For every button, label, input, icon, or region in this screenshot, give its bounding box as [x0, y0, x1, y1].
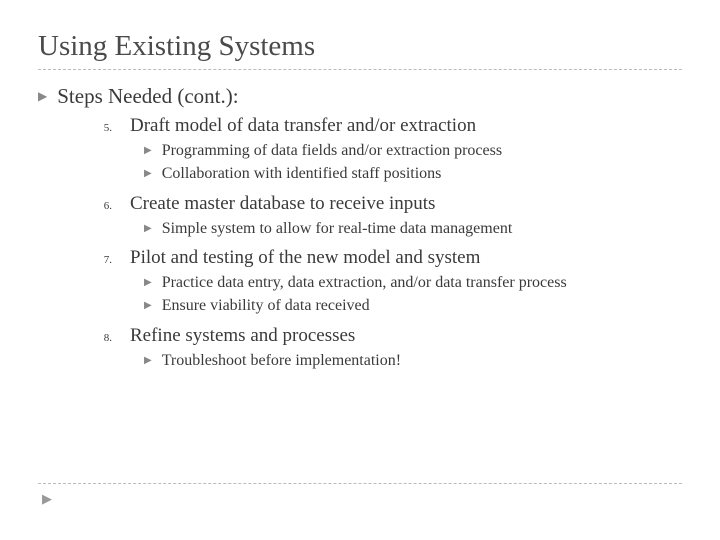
step-header: 8. Refine systems and processes — [84, 325, 682, 347]
triangle-bullet-icon: ▶ — [144, 223, 152, 234]
sub-list: ▶ Troubleshoot before implementation! — [144, 351, 682, 372]
sub-text: Collaboration with identified staff posi… — [162, 164, 442, 185]
sub-text: Practice data entry, data extraction, an… — [162, 273, 567, 294]
footer-divider — [38, 483, 682, 484]
triangle-bullet-icon: ▶ — [144, 355, 152, 366]
triangle-bullet-icon: ▶ — [42, 491, 52, 506]
sub-list: ▶ Practice data entry, data extraction, … — [144, 273, 682, 317]
sub-text: Troubleshoot before implementation! — [162, 351, 401, 372]
sub-item: ▶ Troubleshoot before implementation! — [144, 351, 682, 372]
step-item: 8. Refine systems and processes ▶ Troubl… — [84, 325, 682, 372]
slide-title: Using Existing Systems — [38, 30, 682, 63]
step-header: 5. Draft model of data transfer and/or e… — [84, 115, 682, 137]
step-title: Refine systems and processes — [130, 325, 355, 347]
step-item: 5. Draft model of data transfer and/or e… — [84, 115, 682, 185]
sub-text: Simple system to allow for real-time dat… — [162, 219, 513, 240]
step-number: 7. — [84, 254, 112, 266]
sub-text: Programming of data fields and/or extrac… — [162, 141, 502, 162]
sub-text: Ensure viability of data received — [162, 296, 370, 317]
triangle-bullet-icon: ▶ — [144, 168, 152, 179]
step-number: 8. — [84, 332, 112, 344]
sub-item: ▶ Collaboration with identified staff po… — [144, 164, 682, 185]
step-item: 7. Pilot and testing of the new model an… — [84, 247, 682, 317]
sub-item: ▶ Practice data entry, data extraction, … — [144, 273, 682, 294]
steps-list: 5. Draft model of data transfer and/or e… — [84, 115, 682, 372]
step-header: 7. Pilot and testing of the new model an… — [84, 247, 682, 269]
step-number: 6. — [84, 200, 112, 212]
triangle-bullet-icon: ▶ — [144, 277, 152, 288]
sub-item: ▶ Programming of data fields and/or extr… — [144, 141, 682, 162]
sub-item: ▶ Simple system to allow for real-time d… — [144, 219, 682, 240]
step-title: Create master database to receive inputs — [130, 193, 435, 215]
sub-list: ▶ Simple system to allow for real-time d… — [144, 219, 682, 240]
sub-list: ▶ Programming of data fields and/or extr… — [144, 141, 682, 185]
section-header: ▶ Steps Needed (cont.): — [38, 84, 682, 109]
title-divider — [38, 69, 682, 70]
step-item: 6. Create master database to receive inp… — [84, 193, 682, 240]
section-title: Steps Needed (cont.): — [57, 84, 238, 109]
triangle-bullet-icon: ▶ — [144, 300, 152, 311]
step-title: Draft model of data transfer and/or extr… — [130, 115, 476, 137]
step-title: Pilot and testing of the new model and s… — [130, 247, 480, 269]
triangle-bullet-icon: ▶ — [144, 145, 152, 156]
sub-item: ▶ Ensure viability of data received — [144, 296, 682, 317]
step-number: 5. — [84, 122, 112, 134]
slide-footer: ▶ — [38, 483, 682, 508]
triangle-bullet-icon: ▶ — [38, 89, 47, 104]
step-header: 6. Create master database to receive inp… — [84, 193, 682, 215]
